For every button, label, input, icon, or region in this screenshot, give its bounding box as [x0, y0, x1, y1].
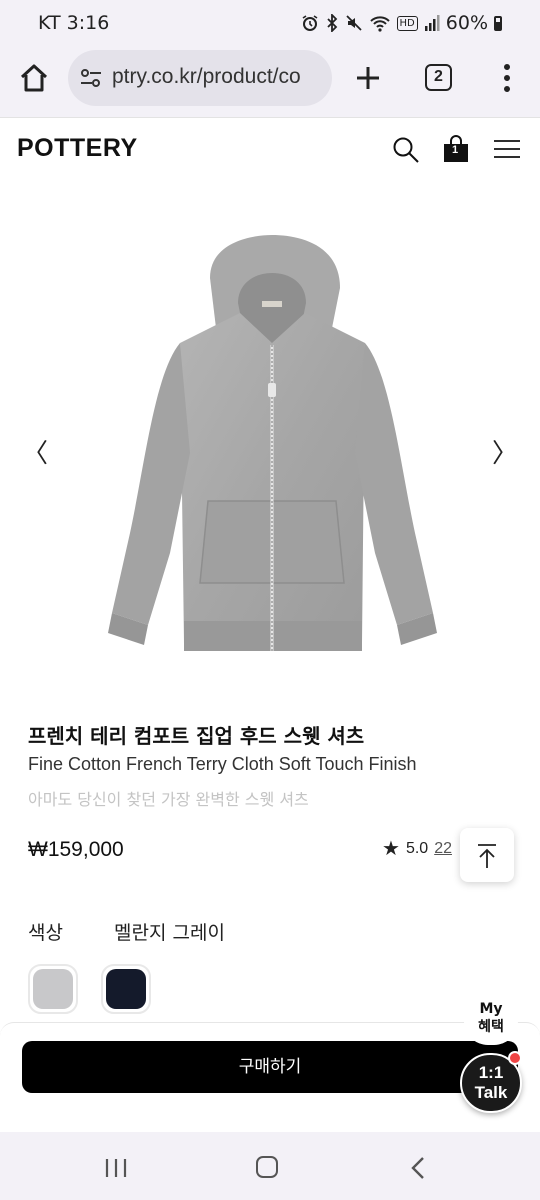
hd-badge: HD [396, 15, 418, 31]
talk-line1: 1:1 [478, 1063, 504, 1082]
alarm-icon [302, 15, 317, 31]
talk-line2: Talk [474, 1083, 508, 1102]
address-bar[interactable]: ptry.co.kr/product/co [68, 50, 332, 106]
color-option-label: 색상 [28, 922, 63, 944]
swatch-fill [33, 969, 73, 1009]
product-tagline: 아마도 당신이 찾던 가장 완벽한 스웻 셔츠 [28, 790, 309, 809]
buy-button[interactable]: 구매하기 [22, 1041, 518, 1093]
notification-dot [508, 1051, 522, 1065]
gallery-prev-button[interactable]: 〈 [22, 433, 48, 470]
product-price: ₩159,000 [28, 838, 124, 861]
battery-icon [494, 15, 502, 31]
hamburger-menu-icon[interactable] [494, 139, 520, 159]
my-benefit-line1: My [479, 1001, 503, 1017]
product-image-gallery[interactable]: 〈 〉 [0, 178, 540, 708]
status-icons: HD 60% [301, 12, 502, 34]
recent-apps-icon[interactable] [104, 1158, 128, 1178]
home-button-icon[interactable] [256, 1156, 278, 1178]
new-tab-icon[interactable] [354, 64, 382, 92]
wifi-icon [369, 16, 390, 32]
gallery-next-button[interactable]: 〉 [492, 433, 518, 470]
review-count-link[interactable]: 22 [434, 840, 452, 858]
cart-button[interactable]: 1 [442, 134, 470, 164]
status-time: KT 3:16 [38, 12, 110, 34]
rating-value: 5.0 [405, 839, 429, 857]
bluetooth-icon [326, 14, 337, 32]
product-title: 프렌치 테리 컴포트 집업 후드 스웻 셔츠 [28, 724, 365, 748]
site-logo[interactable]: POTTERY [17, 134, 138, 163]
browser-toolbar: ptry.co.kr/product/co 2 [0, 44, 540, 118]
product-image [108, 235, 437, 651]
cart-count-badge: 1 [451, 144, 459, 156]
home-icon[interactable] [18, 62, 50, 94]
url-text: ptry.co.kr/product/co [112, 65, 301, 88]
tab-switcher-button[interactable]: 2 [425, 64, 452, 91]
product-subtitle: Fine Cotton French Terry Cloth Soft Touc… [28, 754, 417, 774]
site-header: POTTERY 1 [0, 118, 540, 178]
status-bar: KT 3:16 HD 60% [0, 0, 540, 44]
system-navigation-bar [0, 1132, 540, 1200]
purchase-panel: 구매하기 [0, 1022, 540, 1132]
my-benefit-line2: 혜택 [478, 1019, 504, 1035]
mute-icon [345, 15, 362, 31]
color-swatch-melange-gray[interactable] [28, 964, 78, 1014]
swatch-fill [106, 969, 146, 1009]
signal-icon [424, 15, 440, 31]
color-option-value: 멜란지 그레이 [114, 922, 225, 944]
back-icon[interactable] [410, 1156, 426, 1180]
search-icon[interactable] [392, 136, 420, 164]
site-settings-icon[interactable] [80, 68, 102, 88]
scroll-to-top-button[interactable] [460, 828, 514, 882]
color-swatch-navy[interactable] [101, 964, 151, 1014]
product-rating: ★ 5.0 22 [382, 836, 452, 861]
battery-percent: 60% [445, 12, 488, 34]
my-benefit-button[interactable]: My 혜택 [464, 995, 518, 1045]
arrow-up-icon [478, 844, 496, 868]
more-menu-icon[interactable] [497, 64, 517, 94]
star-icon: ★ [382, 838, 400, 860]
